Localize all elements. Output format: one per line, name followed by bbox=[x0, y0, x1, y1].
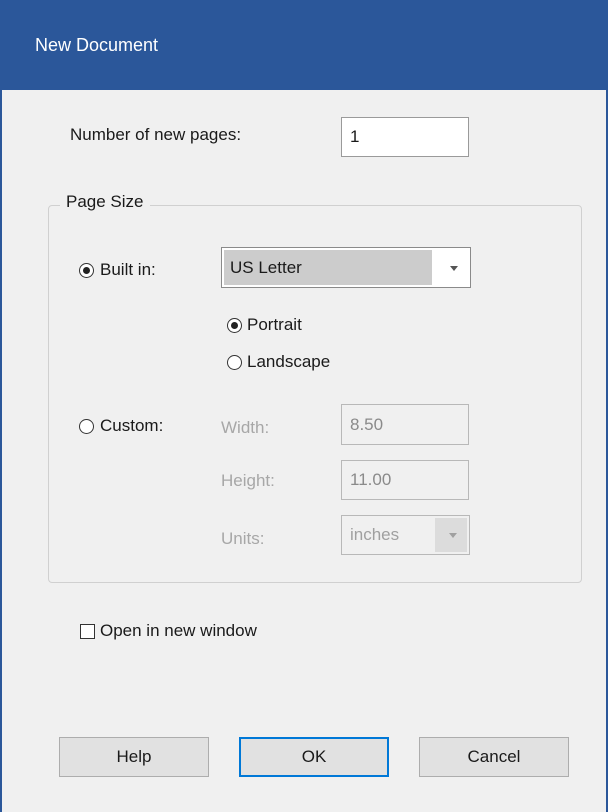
cancel-button[interactable]: Cancel bbox=[419, 737, 569, 777]
number-of-pages-input[interactable] bbox=[341, 117, 469, 157]
radio-selected-dot bbox=[83, 267, 90, 274]
custom-radio[interactable] bbox=[79, 419, 94, 434]
page-size-group-label: Page Size bbox=[60, 192, 150, 212]
portrait-label[interactable]: Portrait bbox=[247, 315, 302, 335]
window-title: New Document bbox=[35, 35, 159, 55]
chevron-down-icon bbox=[449, 533, 457, 538]
units-select[interactable]: inches bbox=[341, 515, 470, 555]
number-of-pages-label: Number of new pages: bbox=[70, 125, 242, 144]
height-label: Height: bbox=[221, 471, 275, 490]
new-document-dialog: New Document Number of new pages: Page S… bbox=[0, 0, 608, 812]
height-input[interactable] bbox=[341, 460, 469, 500]
radio-selected-dot bbox=[231, 322, 238, 329]
portrait-radio[interactable] bbox=[227, 318, 242, 333]
page-size-select[interactable]: US Letter bbox=[221, 247, 471, 288]
builtin-label[interactable]: Built in: bbox=[100, 260, 156, 280]
landscape-radio[interactable] bbox=[227, 355, 242, 370]
chevron-down-icon bbox=[450, 265, 458, 271]
builtin-radio[interactable] bbox=[79, 263, 94, 278]
width-label: Width: bbox=[221, 418, 270, 437]
title-bar: New Document bbox=[2, 0, 608, 90]
units-select-value: inches bbox=[350, 525, 400, 544]
page-size-select-value: US Letter bbox=[224, 250, 432, 285]
ok-button[interactable]: OK bbox=[239, 737, 389, 777]
open-in-new-window-label[interactable]: Open in new window bbox=[100, 621, 257, 641]
custom-label[interactable]: Custom: bbox=[100, 416, 163, 436]
open-in-new-window-checkbox[interactable] bbox=[80, 624, 95, 639]
units-label: Units: bbox=[221, 529, 265, 548]
width-input[interactable] bbox=[341, 404, 469, 445]
landscape-label[interactable]: Landscape bbox=[247, 352, 330, 372]
help-button[interactable]: Help bbox=[59, 737, 209, 777]
